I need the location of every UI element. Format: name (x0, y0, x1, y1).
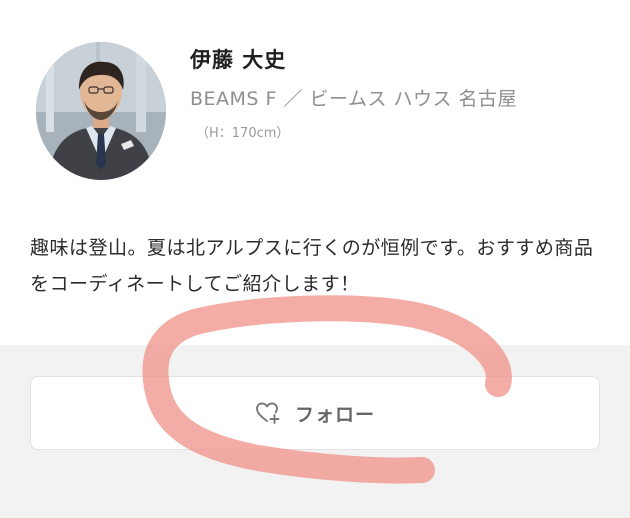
staff-bio: 趣味は登山。夏は北アルプスに行くのが恒例です。おすすめ商品をコーディネートしてご… (30, 237, 594, 295)
staff-profile-card: 伊藤 大史 BEAMS F ／ ビームス ハウス 名古屋 （H：170cm） 趣… (0, 0, 630, 345)
staff-height: （H：170cm） (196, 126, 290, 141)
shop-name[interactable]: BEAMS F ／ ビームス ハウス 名古屋 (190, 84, 517, 111)
follow-button-label: フォロー (294, 403, 375, 426)
follow-button[interactable]: フォロー (30, 376, 600, 450)
staff-name: 伊藤 大史 (190, 48, 287, 72)
follow-section: フォロー (0, 345, 630, 518)
heart-plus-icon (255, 401, 281, 425)
avatar[interactable] (36, 42, 166, 180)
